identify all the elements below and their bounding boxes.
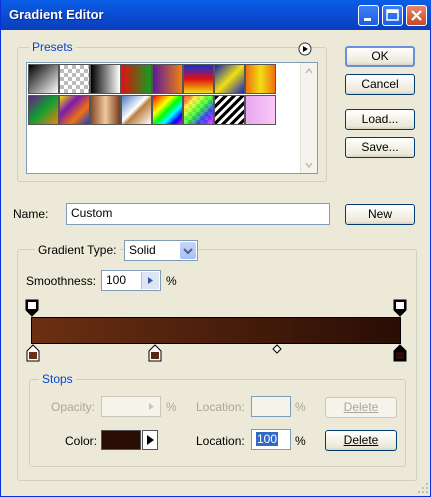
preset-swatch[interactable] xyxy=(152,64,183,94)
color-location-label: Location: xyxy=(196,434,245,448)
minimize-button[interactable] xyxy=(358,5,379,26)
opacity-label: Opacity: xyxy=(51,400,96,414)
smoothness-unit: % xyxy=(166,274,177,288)
color-delete-button[interactable]: Delete xyxy=(325,430,397,451)
color-stop-mid-icon[interactable] xyxy=(148,344,162,362)
stops-label: Stops xyxy=(39,372,76,386)
gradient-type-value: Solid xyxy=(129,243,156,257)
color-menu-button[interactable] xyxy=(142,430,158,450)
smoothness-value: 100 xyxy=(106,273,127,287)
color-label: Color: xyxy=(65,434,98,448)
ok-button[interactable]: OK xyxy=(345,46,415,67)
save-button[interactable]: Save... xyxy=(345,137,415,158)
name-label: Name: xyxy=(13,207,49,221)
chevron-down-icon xyxy=(183,248,193,255)
preset-swatch[interactable] xyxy=(183,95,214,125)
opacity-location-field xyxy=(251,396,291,417)
presets-label: Presets xyxy=(29,40,76,54)
color-location-unit: % xyxy=(295,434,306,448)
preset-swatch[interactable] xyxy=(183,64,214,94)
preset-swatch[interactable] xyxy=(214,64,245,94)
triangle-right-icon xyxy=(147,435,154,445)
opacity-delete-button: Delete xyxy=(325,397,397,418)
presets-list xyxy=(26,62,318,174)
scroll-arrows-icon xyxy=(305,67,313,169)
close-button[interactable] xyxy=(406,5,427,26)
minimize-icon xyxy=(364,18,371,21)
opacity-stop-right-icon[interactable] xyxy=(393,299,407,317)
preset-swatch[interactable] xyxy=(28,95,59,125)
gradient-editor-window: Gradient Editor Presets OK Cancel Load..… xyxy=(0,0,431,497)
gradient-type-select[interactable]: Solid xyxy=(124,240,198,261)
opacity-location-unit: % xyxy=(295,400,306,414)
maximize-icon xyxy=(386,9,399,21)
preset-swatch[interactable] xyxy=(28,64,59,94)
chevron-right-icon xyxy=(149,403,154,410)
midpoint-diamond-icon[interactable] xyxy=(272,344,282,354)
maximize-button[interactable] xyxy=(382,5,403,26)
color-location-field[interactable]: 100 xyxy=(251,429,291,450)
chevron-right-icon xyxy=(148,277,153,284)
load-button[interactable]: Load... xyxy=(345,109,415,130)
opacity-unit: % xyxy=(166,400,177,414)
preset-swatch[interactable] xyxy=(59,64,90,94)
opacity-stop-left-icon[interactable] xyxy=(25,299,39,317)
preset-swatch[interactable] xyxy=(245,64,276,94)
opacity-delete-label: Delete xyxy=(343,400,379,414)
close-icon xyxy=(411,10,422,21)
gradient-preview-bar[interactable] xyxy=(31,317,401,344)
preset-swatch[interactable] xyxy=(245,95,276,125)
color-swatch[interactable] xyxy=(101,430,141,450)
preset-swatch[interactable] xyxy=(121,64,152,94)
preset-swatch[interactable] xyxy=(90,95,121,125)
preset-swatch[interactable] xyxy=(152,95,183,125)
opacity-field xyxy=(101,396,161,417)
resize-grip-icon[interactable] xyxy=(417,482,429,494)
dropdown-button[interactable] xyxy=(180,242,196,259)
color-stop-right-icon[interactable] xyxy=(393,344,407,362)
gradient-type-label: Gradient Type: xyxy=(35,243,120,257)
smoothness-arrow-button[interactable] xyxy=(141,272,159,289)
color-delete-label: Delete xyxy=(343,433,379,447)
smoothness-label: Smoothness: xyxy=(26,274,97,288)
window-title: Gradient Editor xyxy=(9,7,104,22)
preset-swatch[interactable] xyxy=(121,95,152,125)
stops-group xyxy=(29,379,406,467)
new-button[interactable]: New xyxy=(345,204,415,225)
smoothness-field[interactable]: 100 xyxy=(101,270,161,291)
presets-scrollbar[interactable] xyxy=(300,63,317,173)
color-stop-left-icon[interactable] xyxy=(26,344,40,362)
opacity-location-label: Location: xyxy=(196,400,245,414)
color-location-value: 100 xyxy=(256,432,279,446)
cancel-button[interactable]: Cancel xyxy=(345,74,415,95)
preset-swatch[interactable] xyxy=(214,95,245,125)
title-bar[interactable]: Gradient Editor xyxy=(1,0,431,30)
presets-menu-icon[interactable] xyxy=(298,42,312,56)
name-field[interactable]: Custom xyxy=(66,203,330,225)
preset-swatch[interactable] xyxy=(90,64,121,94)
preset-swatch[interactable] xyxy=(59,95,90,125)
presets-swatch-grid xyxy=(28,64,300,128)
